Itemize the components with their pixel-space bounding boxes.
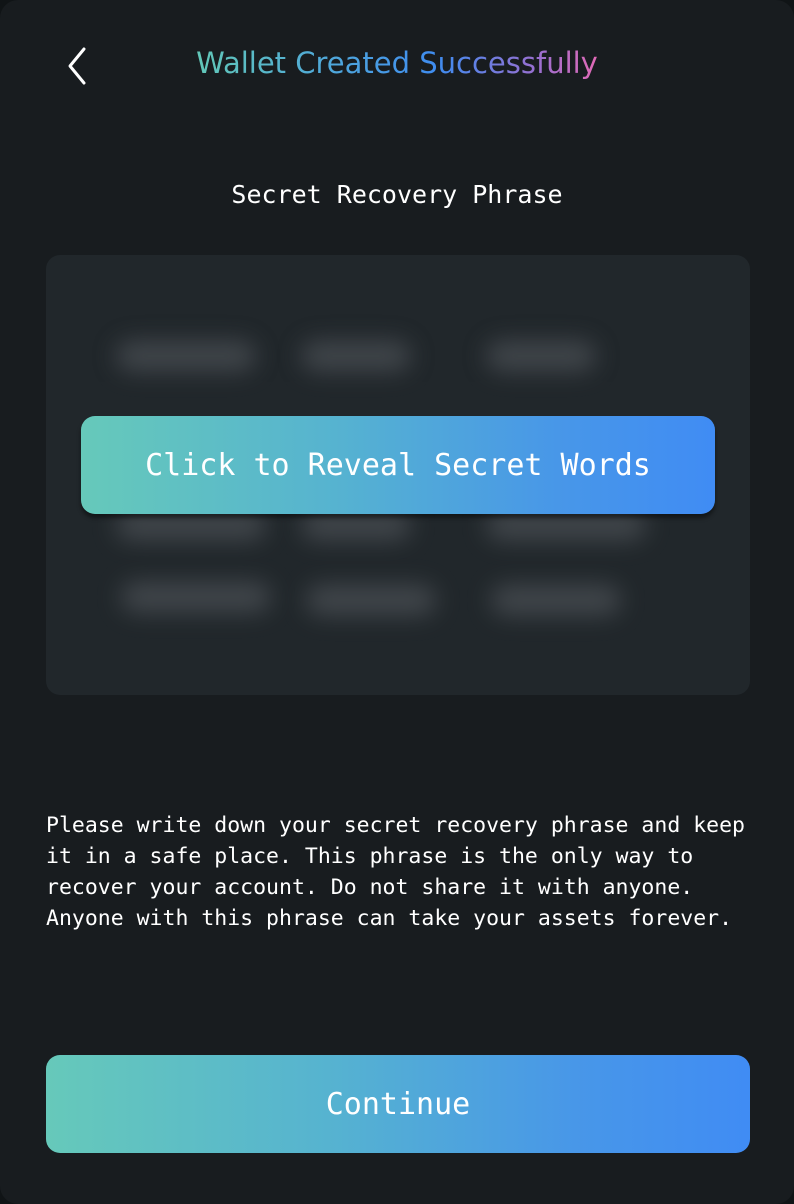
reveal-secret-words-button[interactable]: Click to Reveal Secret Words bbox=[81, 416, 715, 514]
blurred-word bbox=[486, 510, 646, 540]
secret-phrase-card: Click to Reveal Secret Words bbox=[46, 255, 750, 695]
blurred-word bbox=[301, 510, 411, 540]
blurred-word bbox=[116, 341, 256, 371]
blurred-word bbox=[491, 585, 621, 615]
blurred-word bbox=[306, 585, 436, 615]
page-title: Wallet Created Successfully bbox=[0, 46, 794, 80]
blurred-word bbox=[486, 341, 596, 371]
continue-button[interactable]: Continue bbox=[46, 1055, 750, 1153]
blurred-word bbox=[301, 341, 411, 371]
page-title-text: Wallet Created Successfully bbox=[196, 46, 598, 80]
screen: Wallet Created Successfully Secret Recov… bbox=[0, 0, 794, 1204]
blurred-word bbox=[121, 582, 271, 612]
section-title: Secret Recovery Phrase bbox=[231, 180, 563, 209]
blurred-word bbox=[116, 510, 266, 540]
warning-notice: Please write down your secret recovery p… bbox=[46, 813, 745, 931]
